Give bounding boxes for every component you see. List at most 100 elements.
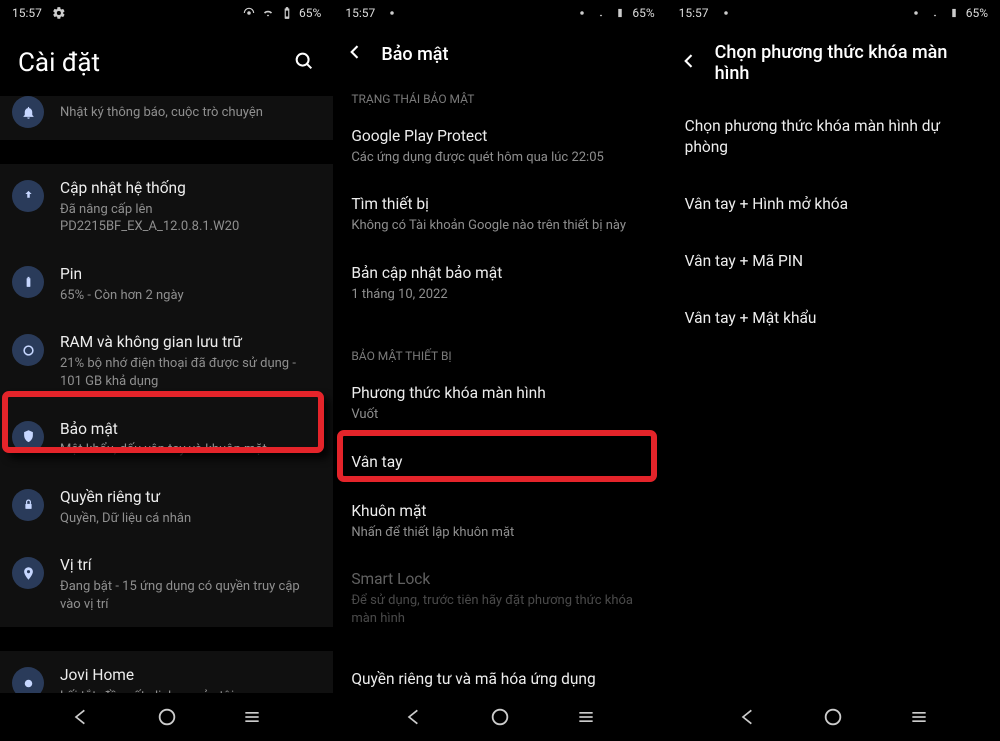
back-icon[interactable] <box>679 51 699 75</box>
update-icon <box>12 180 44 212</box>
back-icon[interactable] <box>345 42 365 66</box>
item-title: Phương thức khóa màn hình <box>351 383 648 404</box>
settings-header: Cài đặt <box>0 26 333 96</box>
section-header: TRẠNG THÁI BẢO MẬT <box>333 80 666 112</box>
item-sub: 65% - Còn hơn 2 ngày <box>60 287 315 305</box>
recent-button[interactable] <box>573 704 599 730</box>
item-title: Vị trí <box>60 555 315 576</box>
item-title: Chọn phương thức khóa màn hình dự phòng <box>685 116 982 158</box>
gear-icon <box>385 6 399 20</box>
lock-icon <box>12 489 44 521</box>
list-item[interactable]: Nhật ký thông báo, cuộc trò chuyện <box>0 96 333 140</box>
security-header: Bảo mật <box>333 26 666 80</box>
item-sub: 1 tháng 10, 2022 <box>351 286 648 304</box>
item-sub: Vuốt <box>351 406 648 424</box>
nfc-icon <box>575 6 589 20</box>
item-sub: Lối tắt, đề xuất, dịch vụ của tôi <box>60 688 315 693</box>
item-title: Khuôn mặt <box>351 501 648 522</box>
recent-button[interactable] <box>906 704 932 730</box>
gear-icon <box>719 6 733 20</box>
status-bar: 15:57 65% <box>333 0 666 26</box>
gear-icon <box>52 6 66 20</box>
home-button[interactable] <box>154 704 180 730</box>
status-time: 15:57 <box>345 6 375 20</box>
item-sub: Để sử dụng, trước tiên hãy đặt phương th… <box>351 592 648 627</box>
nfc-icon <box>909 6 923 20</box>
list-item-battery[interactable]: Pin 65% - Còn hơn 2 ngày <box>0 250 333 318</box>
item-sub: Các ứng dụng được quét hôm qua lúc 22:05 <box>351 149 648 167</box>
list-item-jovi[interactable]: Jovi Home Lối tắt, đề xuất, dịch vụ của … <box>0 651 333 693</box>
item-sub: Quyền, Dữ liệu cá nhân <box>60 510 315 528</box>
nfc-icon <box>242 6 256 20</box>
item-title: Vân tay + Mã PIN <box>685 251 803 272</box>
item-sub: Đã nâng cấp lên PD2215BF_EX_A_12.0.8.1.W… <box>60 201 315 236</box>
list-item-fingerprint[interactable]: Vân tay <box>333 438 666 487</box>
phone-lock-method: 15:57 65% Chọn phương thức khóa màn hình… <box>667 0 1000 741</box>
back-button[interactable] <box>68 704 94 730</box>
item-sub: 21% bộ nhớ điện thoại đã được sử dụng - … <box>60 355 315 390</box>
security-list[interactable]: TRẠNG THÁI BẢO MẬT Google Play Protect C… <box>333 80 666 693</box>
list-item-face[interactable]: Khuôn mặt Nhấn để thiết lập khuôn mặt <box>333 487 666 555</box>
list-item-security-update[interactable]: Bản cập nhật bảo mật 1 tháng 10, 2022 <box>333 249 666 317</box>
search-button[interactable] <box>293 50 315 76</box>
item-title: RAM và không gian lưu trữ <box>60 332 315 353</box>
item-title: Quyền riêng tư và mã hóa ứng dụng <box>351 669 648 690</box>
home-button[interactable] <box>820 704 846 730</box>
status-time: 15:57 <box>12 6 42 20</box>
nav-bar <box>333 693 666 741</box>
nav-bar <box>667 693 1000 741</box>
item-sub: Không có Tài khoản Google nào trên thiết… <box>351 217 648 235</box>
home-icon <box>12 667 44 693</box>
list-item-fingerprint-pattern[interactable]: Vân tay + Hình mở khóa <box>667 176 1000 233</box>
item-title: Pin <box>60 264 315 285</box>
recent-button[interactable] <box>239 704 265 730</box>
status-battery: 65% <box>632 6 654 20</box>
item-sub: Nhật ký thông báo, cuộc trò chuyện <box>60 104 315 122</box>
list-item-update[interactable]: Cập nhật hệ thống Đã nâng cấp lên PD2215… <box>0 164 333 250</box>
list-item-location[interactable]: Vị trí Đang bật - 15 ứng dụng có quyền t… <box>0 541 333 627</box>
settings-list[interactable]: Nhật ký thông báo, cuộc trò chuyện Cập n… <box>0 96 333 693</box>
lock-header: Chọn phương thức khóa màn hình <box>667 26 1000 98</box>
item-title: Vân tay + Hình mở khóa <box>685 194 848 215</box>
list-item-find-device[interactable]: Tìm thiết bị Không có Tài khoản Google n… <box>333 180 666 248</box>
item-sub: Đang bật - 15 ứng dụng có quyền truy cập… <box>60 578 315 613</box>
status-battery: 65% <box>299 6 321 20</box>
location-icon <box>12 557 44 589</box>
home-button[interactable] <box>487 704 513 730</box>
item-title: Cập nhật hệ thống <box>60 178 315 199</box>
list-item-security[interactable]: Bảo mật Mật khẩu, dấu vân tay và khuôn m… <box>0 405 333 473</box>
section-header: BẢO MẬT THIẾT BỊ <box>333 337 666 369</box>
list-item-smart-lock: Smart Lock Để sử dụng, trước tiên hãy đặ… <box>333 555 666 641</box>
lock-options[interactable]: Chọn phương thức khóa màn hình dự phòng … <box>667 98 1000 693</box>
page-title: Cài đặt <box>18 48 100 78</box>
nav-bar <box>0 693 333 741</box>
list-item-storage[interactable]: RAM và không gian lưu trữ 21% bộ nhớ điệ… <box>0 318 333 404</box>
list-item-fingerprint-pin[interactable]: Vân tay + Mã PIN <box>667 233 1000 290</box>
item-title: Google Play Protect <box>351 126 648 147</box>
list-item-privacy[interactable]: Quyền riêng tư Quyền, Dữ liệu cá nhân <box>0 473 333 541</box>
item-sub: Mật khẩu, dấu vân tay và khuôn mặt <box>60 441 315 459</box>
item-title: Bảo mật <box>60 419 315 440</box>
item-title: Bản cập nhật bảo mật <box>351 263 648 284</box>
list-item-backup-lock[interactable]: Chọn phương thức khóa màn hình dự phòng <box>667 98 1000 176</box>
item-title: Vân tay <box>351 452 648 473</box>
item-title: Tìm thiết bị <box>351 194 648 215</box>
list-item-fingerprint-password[interactable]: Vân tay + Mật khẩu <box>667 290 1000 347</box>
item-title: Vân tay + Mật khẩu <box>685 308 817 329</box>
battery-icon <box>12 266 44 298</box>
list-item-play-protect[interactable]: Google Play Protect Các ứng dụng được qu… <box>333 112 666 180</box>
page-title: Bảo mật <box>381 44 448 65</box>
page-title: Chọn phương thức khóa màn hình <box>715 42 986 84</box>
notification-icon <box>12 96 44 128</box>
battery-icon <box>947 6 961 20</box>
list-item-privacy-encryption[interactable]: Quyền riêng tư và mã hóa ứng dụng <box>333 655 666 693</box>
phone-security: 15:57 65% Bảo mật TRẠNG THÁI BẢO MẬT Goo… <box>333 0 666 741</box>
wifi-icon <box>928 6 942 20</box>
item-sub: Nhấn để thiết lập khuôn mặt <box>351 524 648 542</box>
back-button[interactable] <box>735 704 761 730</box>
back-button[interactable] <box>401 704 427 730</box>
storage-icon <box>12 334 44 366</box>
item-title: Smart Lock <box>351 569 648 590</box>
list-item-screen-lock[interactable]: Phương thức khóa màn hình Vuốt <box>333 369 666 437</box>
status-bar: 15:57 65% <box>667 0 1000 26</box>
